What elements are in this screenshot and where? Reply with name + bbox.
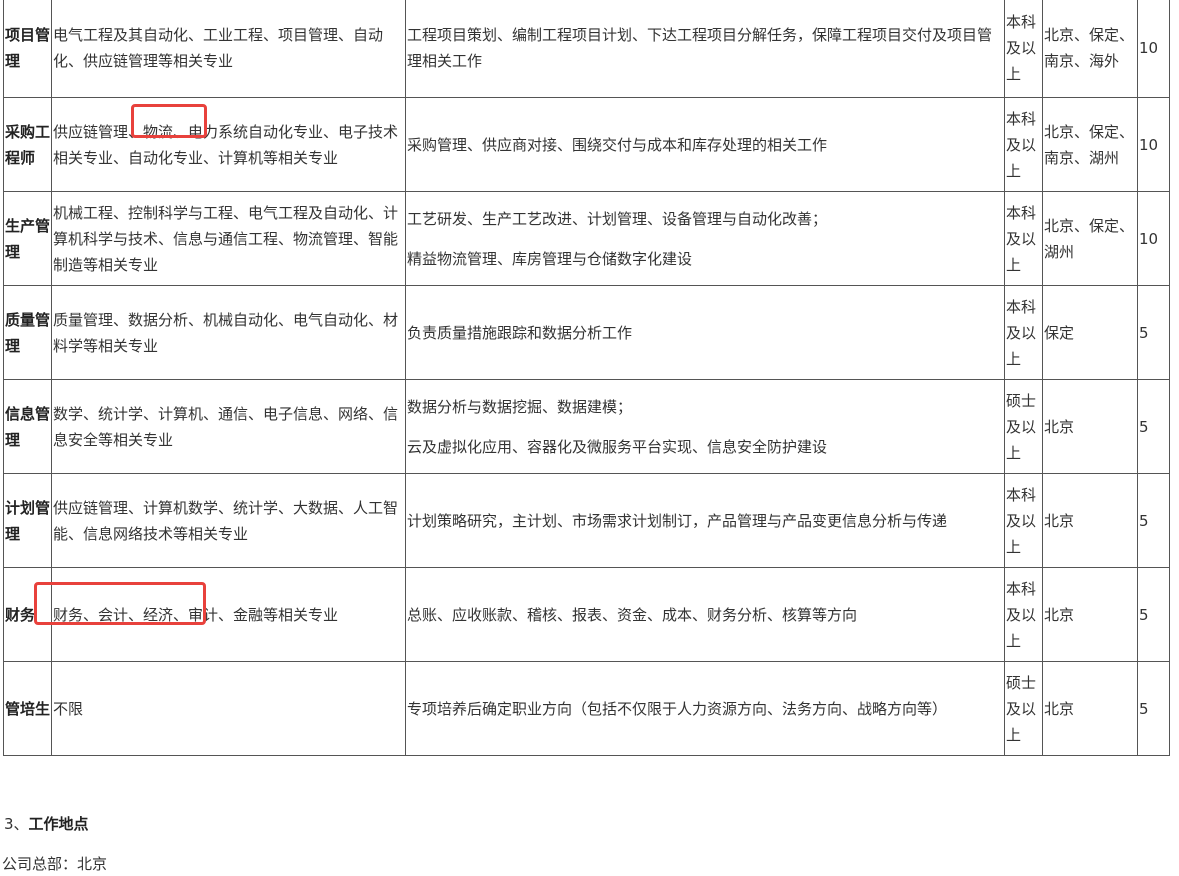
- position-title: 信息管理: [3, 379, 52, 474]
- position-location: 北京: [1042, 661, 1138, 756]
- table-row: 信息管理 数学、统计学、计算机、通信、电子信息、网络、信息安全等相关专业 数据分析与…: [3, 379, 1170, 474]
- position-duties: 总账、应收账款、稽核、报表、资金、成本、财务分析、核算等方向: [405, 567, 1005, 662]
- table-row: 质量管理 质量管理、数据分析、机械自动化、电气自动化、材料学等相关专业 负责质量措施…: [3, 285, 1170, 380]
- duty-line: 负责质量措施跟踪和数据分析工作: [407, 323, 633, 342]
- duty-line: 工艺研发、生产工艺改进、计划管理、设备管理与自动化改善；: [407, 209, 828, 228]
- position-title: 计划管理: [3, 473, 52, 568]
- position-location: 北京、保定、南京、海外: [1042, 0, 1138, 98]
- positions-table: 项目管理 电气工程及其自动化、工业工程、项目管理、自动化、供应链管理等相关专业 工程…: [3, 0, 1170, 756]
- position-education: 本科及以上: [1004, 191, 1043, 286]
- position-education: 本科及以上: [1004, 285, 1043, 380]
- position-location: 保定: [1042, 285, 1138, 380]
- table-row: 生产管理 机械工程、控制科学与工程、电气工程及自动化、计算机科学与技术、信息与通信…: [3, 191, 1170, 286]
- section-title: 工作地点: [28, 815, 89, 833]
- position-location: 北京: [1042, 379, 1138, 474]
- table-row: 采购工程师 供应链管理、物流、电力系统自动化专业、电子技术相关专业、自动化专业、计…: [3, 97, 1170, 192]
- duty-line: 精益物流管理、库房管理与仓储数字化建设: [407, 249, 693, 268]
- position-count: 10: [1137, 191, 1170, 286]
- duty-line: 云及虚拟化应用、容器化及微服务平台实现、信息安全防护建设: [407, 437, 828, 456]
- duty-line: 采购管理、供应商对接、围绕交付与成本和库存处理的相关工作: [407, 135, 828, 154]
- position-majors: 供应链管理、计算机数学、统计学、大数据、人工智能、信息网络技术等相关专业: [51, 473, 406, 568]
- position-title: 采购工程师: [3, 97, 52, 192]
- position-title: 管培生: [3, 661, 52, 756]
- position-duties: 负责质量措施跟踪和数据分析工作: [405, 285, 1005, 380]
- position-majors: 机械工程、控制科学与工程、电气工程及自动化、计算机科学与技术、信息与通信工程、物…: [51, 191, 406, 286]
- position-majors: 不限: [51, 661, 406, 756]
- table-row: 财务 财务、会计、经济、审计、金融等相关专业 总账、应收账款、稽核、报表、资金、成本…: [3, 567, 1170, 662]
- position-duties: 计划策略研究，主计划、市场需求计划制订，产品管理与产品变更信息分析与传递: [405, 473, 1005, 568]
- position-majors: 数学、统计学、计算机、通信、电子信息、网络、信息安全等相关专业: [51, 379, 406, 474]
- position-count: 10: [1137, 0, 1170, 98]
- position-count: 5: [1137, 661, 1170, 756]
- positions-table-body: 项目管理 电气工程及其自动化、工业工程、项目管理、自动化、供应链管理等相关专业 工程…: [3, 0, 1170, 756]
- table-row: 管培生 不限 专项培养后确定职业方向（包括不仅限于人力资源方向、法务方向、战略方向等…: [3, 661, 1170, 756]
- position-location: 北京、保定、湖州: [1042, 191, 1138, 286]
- section-heading: 3、工作地点: [4, 812, 89, 836]
- position-education: 硕士及以上: [1004, 661, 1043, 756]
- position-education: 本科及以上: [1004, 97, 1043, 192]
- headquarters-text: 公司总部：北京: [2, 855, 108, 873]
- position-duties: 工程项目策划、编制工程项目计划、下达工程项目分解任务，保障工程项目交付及项目管理…: [405, 0, 1005, 98]
- position-majors: 电气工程及其自动化、工业工程、项目管理、自动化、供应链管理等相关专业: [51, 0, 406, 98]
- position-count: 5: [1137, 473, 1170, 568]
- position-duties: 数据分析与数据挖掘、数据建模； 云及虚拟化应用、容器化及微服务平台实现、信息安全防…: [405, 379, 1005, 474]
- position-count: 5: [1137, 379, 1170, 474]
- position-duties: 工艺研发、生产工艺改进、计划管理、设备管理与自动化改善； 精益物流管理、库房管理与…: [405, 191, 1005, 286]
- position-majors: 供应链管理、物流、电力系统自动化专业、电子技术相关专业、自动化专业、计算机等相关…: [51, 97, 406, 192]
- position-title: 生产管理: [3, 191, 52, 286]
- position-location: 北京、保定、南京、湖州: [1042, 97, 1138, 192]
- position-title: 财务: [3, 567, 52, 662]
- position-count: 10: [1137, 97, 1170, 192]
- duty-line: 计划策略研究，主计划、市场需求计划制订，产品管理与产品变更信息分析与传递: [407, 511, 948, 530]
- position-education: 硕士及以上: [1004, 379, 1043, 474]
- position-education: 本科及以上: [1004, 567, 1043, 662]
- position-location: 北京: [1042, 473, 1138, 568]
- position-count: 5: [1137, 567, 1170, 662]
- duty-line: 工程项目策划、编制工程项目计划、下达工程项目分解任务，保障工程项目交付及项目管理…: [407, 26, 993, 70]
- duty-line: 数据分析与数据挖掘、数据建模；: [407, 397, 633, 416]
- position-education: 本科及以上: [1004, 0, 1043, 98]
- position-majors: 财务、会计、经济、审计、金融等相关专业: [51, 567, 406, 662]
- section-number: 3、: [4, 815, 29, 833]
- position-title: 项目管理: [3, 0, 52, 98]
- duty-line: 总账、应收账款、稽核、报表、资金、成本、财务分析、核算等方向: [407, 605, 858, 624]
- table-row: 项目管理 电气工程及其自动化、工业工程、项目管理、自动化、供应链管理等相关专业 工程…: [3, 0, 1170, 98]
- table-row: 计划管理 供应链管理、计算机数学、统计学、大数据、人工智能、信息网络技术等相关专业…: [3, 473, 1170, 568]
- position-count: 5: [1137, 285, 1170, 380]
- position-duties: 采购管理、供应商对接、围绕交付与成本和库存处理的相关工作: [405, 97, 1005, 192]
- duty-line: 专项培养后确定职业方向（包括不仅限于人力资源方向、法务方向、战略方向等）: [407, 699, 948, 718]
- position-title: 质量管理: [3, 285, 52, 380]
- position-location: 北京: [1042, 567, 1138, 662]
- position-majors: 质量管理、数据分析、机械自动化、电气自动化、材料学等相关专业: [51, 285, 406, 380]
- position-duties: 专项培养后确定职业方向（包括不仅限于人力资源方向、法务方向、战略方向等）: [405, 661, 1005, 756]
- position-education: 本科及以上: [1004, 473, 1043, 568]
